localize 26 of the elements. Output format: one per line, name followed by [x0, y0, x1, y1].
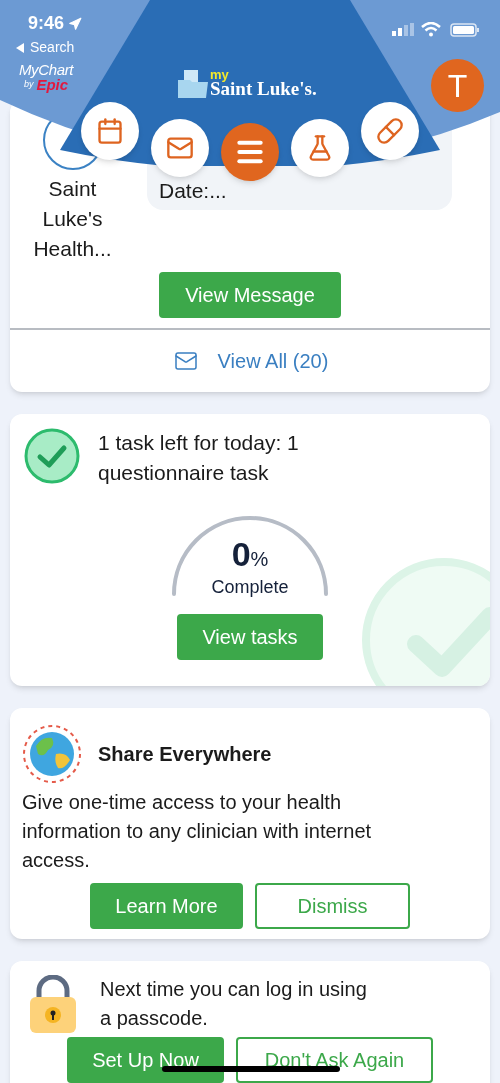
calendar-icon: [96, 117, 124, 145]
back-triangle-icon: [16, 42, 24, 53]
view-all-link[interactable]: View All (20): [171, 346, 329, 376]
tasks-summary: 1 task left for today: 1 questionnaire task: [98, 430, 300, 486]
battery-icon: [450, 23, 480, 37]
wifi-icon: [421, 22, 441, 37]
signal-icon: [392, 23, 414, 36]
globe-icon: [22, 724, 82, 784]
action-button[interactable]: View Message: [159, 272, 341, 318]
portal-logo: my Saint Luke's.: [178, 68, 317, 98]
share-description: Give one-time access to your health information to any clinician with internet access.: [22, 790, 373, 873]
location-icon: [68, 16, 83, 31]
pill-icon: [376, 117, 404, 145]
action-button[interactable]: Learn More: [90, 883, 243, 929]
progress-label: Complete: [211, 576, 289, 599]
percent-sign: %: [250, 548, 269, 572]
status-time: 9:46: [28, 12, 65, 35]
share-title: Share Everywhere: [98, 742, 272, 767]
clock-check-icon: [24, 428, 80, 484]
back-link[interactable]: Search: [16, 37, 75, 58]
passcode-message: Next time you can log in using a passcode.: [100, 977, 368, 1031]
action-button[interactable]: Dismiss: [255, 883, 410, 929]
action-button[interactable]: View tasks: [177, 614, 323, 660]
sender-name: Saint Luke's Health...: [32, 176, 113, 262]
progress-value: 0: [231, 536, 251, 572]
lock-icon: [28, 975, 78, 1035]
